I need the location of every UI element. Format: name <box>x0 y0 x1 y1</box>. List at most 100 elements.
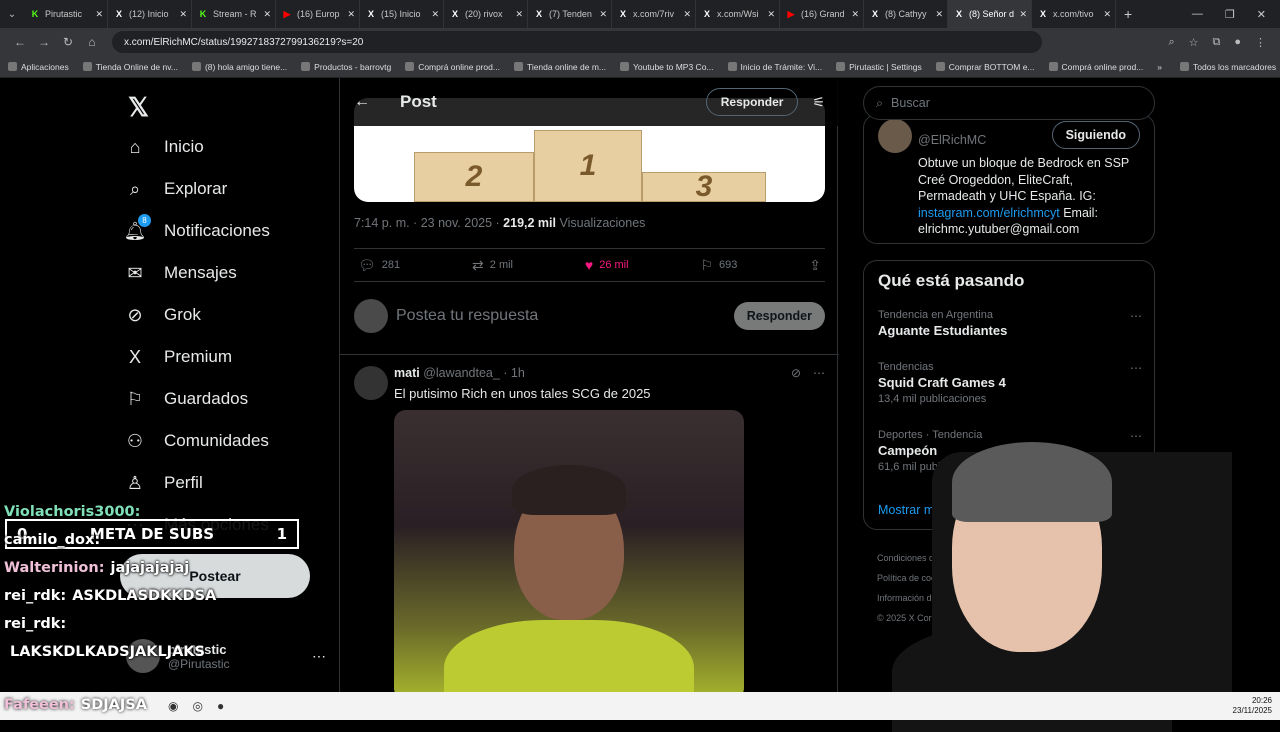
close-icon[interactable]: ✕ <box>179 9 187 20</box>
chat-text: SDJAJSA <box>80 697 147 713</box>
url-field[interactable]: x.com/ElRichMC/status/199271837279913621… <box>112 31 1042 53</box>
bookmark-item[interactable]: Inicio de Trámite: Vi... <box>727 62 822 72</box>
browser-tab[interactable]: Xx.com/Wsi ✕ <box>696 0 780 28</box>
share-action[interactable]: ⇪ <box>809 257 821 274</box>
reply-author-name[interactable]: mati <box>394 366 420 380</box>
close-icon[interactable]: ✕ <box>263 9 271 20</box>
like-action[interactable]: ♥ 26 mil <box>585 257 629 273</box>
system-clock[interactable]: 20:26 23/11/2025 <box>1233 696 1272 716</box>
zoom-icon[interactable]: ⌕ <box>1168 36 1174 49</box>
bookmark-item[interactable]: (8) hola amigo tiene... <box>191 62 287 72</box>
close-icon[interactable]: ✕ <box>683 9 691 20</box>
close-icon[interactable]: ✕ <box>599 9 607 20</box>
close-icon[interactable]: ✕ <box>851 9 859 20</box>
bookmark-item[interactable]: Comprá online prod... <box>1048 62 1143 72</box>
sidebar-item-mensajes[interactable]: ✉ Mensajes <box>124 262 236 284</box>
bookmark-item[interactable]: Tienda Online de nv... <box>82 62 178 72</box>
profile-handle[interactable]: @ElRichMC <box>918 133 986 147</box>
reply-submit-button[interactable]: Responder <box>733 302 825 330</box>
browser-tab[interactable]: X (20) rivox ✕ <box>444 0 528 28</box>
close-icon[interactable]: ✕ <box>767 9 775 20</box>
following-button[interactable]: Siguiendo <box>1051 121 1140 149</box>
browser-tab[interactable]: X (8) Cathyy ✕ <box>864 0 948 28</box>
profile-icon[interactable]: ● <box>1234 36 1241 49</box>
sidebar-item-explorar[interactable]: ⌕ Explorar <box>124 178 227 200</box>
close-icon[interactable]: ✕ <box>1019 9 1027 20</box>
extensions-icon[interactable]: ⧉ <box>1212 36 1220 49</box>
home-icon[interactable]: ⌂ <box>80 35 104 49</box>
close-icon[interactable]: ✕ <box>1103 9 1111 20</box>
bookmark-item[interactable]: Comprá online prod... <box>405 62 500 72</box>
repost-action[interactable]: ⇄ 2 mil <box>472 257 513 274</box>
reload-icon[interactable]: ↻ <box>56 35 80 49</box>
steam-icon[interactable]: ◎ <box>192 699 202 713</box>
chat-user: rei_rdk: <box>4 588 67 604</box>
filter-icon[interactable]: ⚟ <box>812 94 825 111</box>
browser-tab[interactable]: Xx.com/7riv ✕ <box>612 0 696 28</box>
more-icon[interactable]: ⋯ <box>813 366 825 380</box>
grok-icon[interactable]: ⊘ <box>791 366 801 380</box>
reply-video[interactable] <box>394 410 744 692</box>
browser-tab[interactable]: X (15) Inicio ✕ <box>360 0 444 28</box>
trend-item[interactable]: Tendencia en Argentina Aguante Estudiante… <box>878 309 1142 338</box>
close-window-icon[interactable]: ✕ <box>1257 8 1266 21</box>
back-icon[interactable]: ← <box>8 35 32 49</box>
sidebar-item-comunidades[interactable]: ⚇ Comunidades <box>124 430 269 452</box>
sidebar-item-guardados[interactable]: ⚐ Guardados <box>124 388 248 410</box>
close-icon[interactable]: ✕ <box>95 9 103 20</box>
browser-tab[interactable]: K Stream - R ✕ <box>192 0 276 28</box>
avatar[interactable] <box>878 119 912 153</box>
bookmark-item[interactable]: Tienda online de m... <box>513 62 606 72</box>
bookmark-item[interactable]: Pirutastic | Settings <box>836 62 922 72</box>
chat-text: jajajajajaj <box>110 560 190 576</box>
sidebar-item-inicio[interactable]: ⌂ Inicio <box>124 136 204 158</box>
x-logo-icon[interactable]: 𝕏 <box>128 92 149 123</box>
bio-link[interactable]: instagram.com/elrichmcyt <box>918 206 1060 220</box>
reply-input[interactable]: Postea tu respuesta <box>396 307 538 325</box>
browser-tab[interactable]: K Pirutastic ✕ <box>24 0 108 28</box>
more-icon[interactable]: ⋯ <box>1130 309 1142 323</box>
bookmark-action[interactable]: ⚐ 693 <box>700 257 737 274</box>
close-icon[interactable]: ✕ <box>431 9 439 20</box>
new-tab-icon[interactable]: + <box>1124 6 1132 22</box>
podium-second: 2 <box>414 152 534 202</box>
sidebar-item-perfil[interactable]: ♙ Perfil <box>124 472 203 494</box>
menu-icon[interactable]: ⋮ <box>1255 36 1266 49</box>
bookmark-item[interactable]: Productos - barrovtg <box>301 62 391 72</box>
post-timestamp[interactable]: 7:14 p. m. · 23 nov. 2025 · <box>354 216 500 230</box>
tab-search-icon[interactable]: ⌄ <box>0 9 24 20</box>
video-frame-shirt <box>444 620 694 692</box>
browser-tab[interactable]: X (7) Tenden ✕ <box>528 0 612 28</box>
obs-icon[interactable]: ● <box>217 699 224 713</box>
browser-tab[interactable]: Xx.com/tivo ✕ <box>1032 0 1116 28</box>
avatar[interactable] <box>354 366 388 400</box>
browser-tab[interactable]: ▶ (16) Grand ✕ <box>780 0 864 28</box>
back-arrow-icon[interactable]: ← <box>354 93 384 111</box>
sidebar-item-premium[interactable]: X Premium <box>124 346 232 368</box>
reply-header-button[interactable]: Responder <box>705 88 799 116</box>
restore-icon[interactable]: ❐ <box>1225 8 1235 21</box>
nav-icon: ✉ <box>124 262 146 284</box>
close-icon[interactable]: ✕ <box>515 9 523 20</box>
bookmark-item[interactable]: Comprar BOTTOM e... <box>935 62 1035 72</box>
all-bookmarks[interactable]: Todos los marcadores <box>1180 62 1276 72</box>
forward-icon[interactable]: → <box>32 35 56 49</box>
star-icon[interactable]: ☆ <box>1189 36 1199 49</box>
sidebar-item-notificaciones[interactable]: 🔔︎ 8 Notificaciones <box>124 214 270 242</box>
close-icon[interactable]: ✕ <box>347 9 355 20</box>
more-icon[interactable]: ⋯ <box>1130 361 1142 375</box>
trend-item[interactable]: Tendencias Squid Craft Games 4 13,4 mil pu… <box>878 361 1142 405</box>
sidebar-item-grok[interactable]: ⊘ Grok <box>124 304 200 326</box>
minimize-icon[interactable]: — <box>1192 8 1203 21</box>
close-icon[interactable]: ✕ <box>935 9 943 20</box>
search-input[interactable]: ⌕ Buscar <box>863 86 1155 120</box>
chrome-icon[interactable]: ◉ <box>168 699 178 713</box>
bookmark-item[interactable]: Youtube to MP3 Co... <box>620 62 714 72</box>
bookmark-item[interactable]: Aplicaciones <box>8 62 69 72</box>
reply-action[interactable]: 💬︎ 281 <box>358 257 400 274</box>
bookmarks-overflow-icon[interactable]: » <box>1157 62 1162 72</box>
browser-tab[interactable]: X (12) Inicio ✕ <box>108 0 192 28</box>
tab-label: (16) Grand <box>801 9 845 19</box>
browser-tab[interactable]: ▶ (16) Europ ✕ <box>276 0 360 28</box>
browser-tab[interactable]: X (8) Señor d ✕ <box>948 0 1032 28</box>
